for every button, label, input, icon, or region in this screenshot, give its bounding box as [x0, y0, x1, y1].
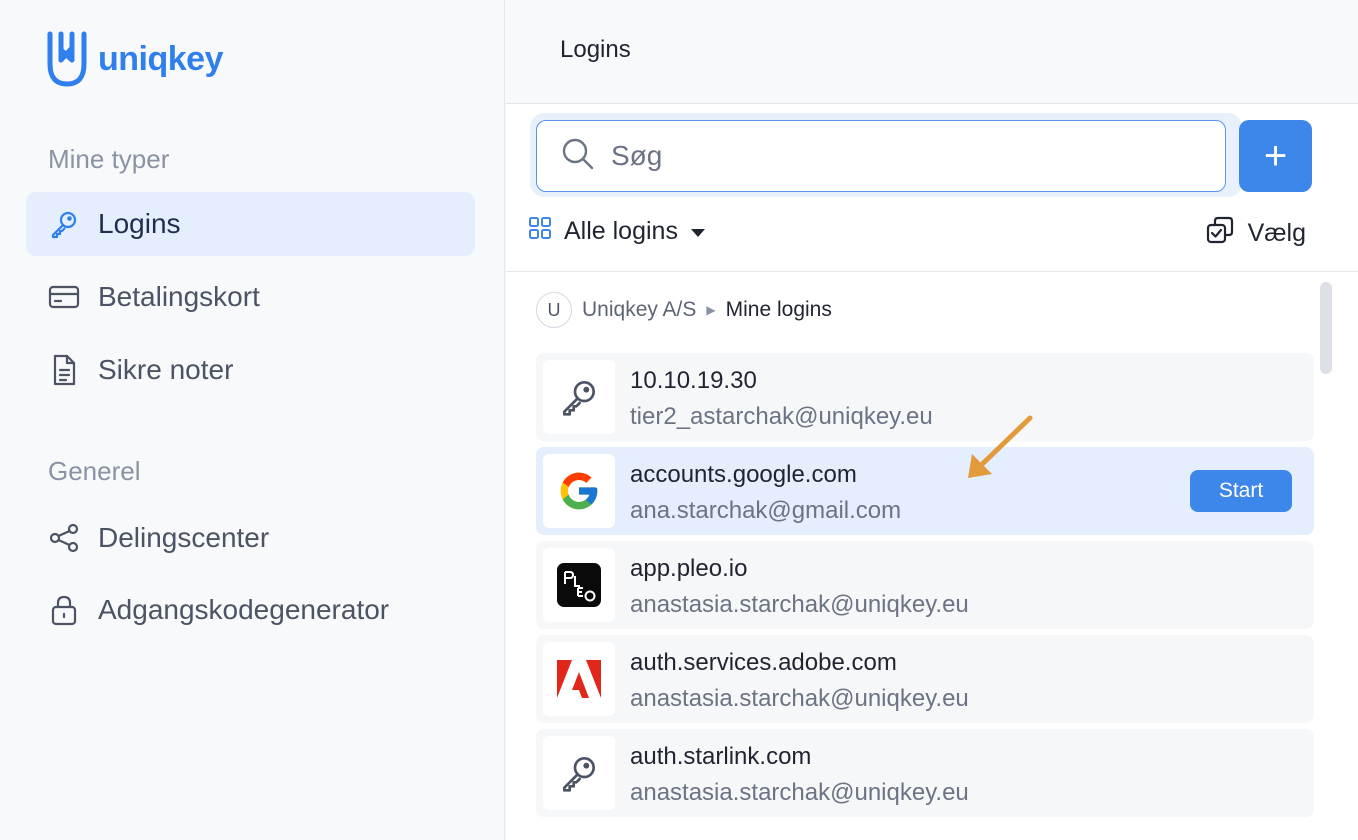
- sidebar-item-betalingskort[interactable]: Betalingskort: [26, 265, 475, 329]
- sidebar-item-delingscenter[interactable]: Delingscenter: [26, 506, 475, 570]
- login-title: auth.starlink.com: [630, 743, 812, 770]
- login-title: accounts.google.com: [630, 461, 857, 488]
- sidebar-item-sikre-noter[interactable]: Sikre noter: [26, 338, 475, 402]
- login-username: anastasia.starchak@uniqkey.eu: [630, 685, 969, 712]
- scrollbar-thumb[interactable]: [1320, 282, 1332, 374]
- select-button[interactable]: Vælg: [1206, 216, 1306, 251]
- adobe-icon: [543, 642, 615, 716]
- breadcrumb-org[interactable]: Uniqkey A/S: [582, 298, 696, 322]
- key-icon: [48, 208, 80, 240]
- breadcrumb: U Uniqkey A/S ▶ Mine logins: [536, 292, 832, 328]
- select-multiple-icon: [1206, 216, 1234, 251]
- pleo-icon: [543, 548, 615, 622]
- sidebar-item-label: Logins: [98, 208, 181, 239]
- key-icon: [543, 736, 615, 810]
- org-avatar: U: [536, 292, 572, 328]
- uniqkey-logo[interactable]: uniqkey: [46, 30, 223, 88]
- google-icon: [543, 454, 615, 528]
- credit-card-icon: [48, 281, 80, 313]
- login-title: app.pleo.io: [630, 555, 748, 582]
- login-title: auth.services.adobe.com: [630, 649, 897, 676]
- share-icon: [48, 522, 80, 554]
- main-panel: Logins + Alle logins: [506, 0, 1358, 840]
- caret-down-icon: [690, 217, 706, 246]
- login-title: 10.10.19.30: [630, 367, 757, 394]
- uniqkey-logo-icon: [47, 31, 87, 87]
- search-input[interactable]: [611, 140, 1211, 172]
- breadcrumb-current: Mine logins: [725, 298, 832, 321]
- page-title: Logins: [560, 36, 631, 63]
- sidebar-item-adgangskodegenerator[interactable]: Adgangskodegenerator: [26, 578, 475, 642]
- header: Logins: [506, 0, 1358, 104]
- sidebar: uniqkey Mine typer Logins Betalingskort: [0, 0, 505, 840]
- list-item[interactable]: accounts.google.com ana.starchak@gmail.c…: [536, 447, 1314, 535]
- grid-icon: [528, 216, 552, 247]
- list-item[interactable]: auth.starlink.com anastasia.starchak@uni…: [536, 729, 1314, 817]
- key-icon: [543, 360, 615, 434]
- breadcrumb-separator-icon: ▶: [706, 303, 716, 317]
- filter-label: Alle logins: [564, 217, 678, 245]
- lock-icon: [48, 594, 80, 626]
- section-label-my-types: Mine typer: [48, 144, 170, 174]
- sidebar-item-label: Betalingskort: [98, 281, 260, 312]
- select-label: Vælg: [1247, 219, 1306, 247]
- start-button[interactable]: Start: [1190, 470, 1292, 512]
- annotation-arrow-icon: [968, 415, 1033, 478]
- login-list: 10.10.19.30 tier2_astarchak@uniqkey.eu a…: [536, 353, 1314, 823]
- login-username: ana.starchak@gmail.com: [630, 497, 902, 524]
- logo-text: uniqkey: [98, 39, 223, 78]
- login-username: anastasia.starchak@uniqkey.eu: [630, 779, 969, 806]
- document-icon: [48, 354, 80, 386]
- login-username: anastasia.starchak@uniqkey.eu: [630, 591, 969, 618]
- list-item[interactable]: 10.10.19.30 tier2_astarchak@uniqkey.eu: [536, 353, 1314, 441]
- section-label-general: Generel: [48, 456, 141, 486]
- sidebar-item-logins[interactable]: Logins: [26, 192, 475, 256]
- add-login-button[interactable]: +: [1239, 120, 1312, 192]
- login-username: tier2_astarchak@uniqkey.eu: [630, 403, 933, 430]
- app-window: uniqkey Mine typer Logins Betalingskort: [0, 0, 1358, 840]
- search-icon: [561, 137, 595, 176]
- sidebar-item-label: Delingscenter: [98, 522, 270, 553]
- search-box[interactable]: [536, 120, 1226, 192]
- filter-dropdown[interactable]: Alle logins: [528, 216, 706, 247]
- sidebar-item-label: Adgangskodegenerator: [98, 594, 390, 625]
- divider: [506, 271, 1358, 272]
- list-item[interactable]: auth.services.adobe.com anastasia.starch…: [536, 635, 1314, 723]
- list-item[interactable]: app.pleo.io anastasia.starchak@uniqkey.e…: [536, 541, 1314, 629]
- sidebar-item-label: Sikre noter: [98, 354, 234, 385]
